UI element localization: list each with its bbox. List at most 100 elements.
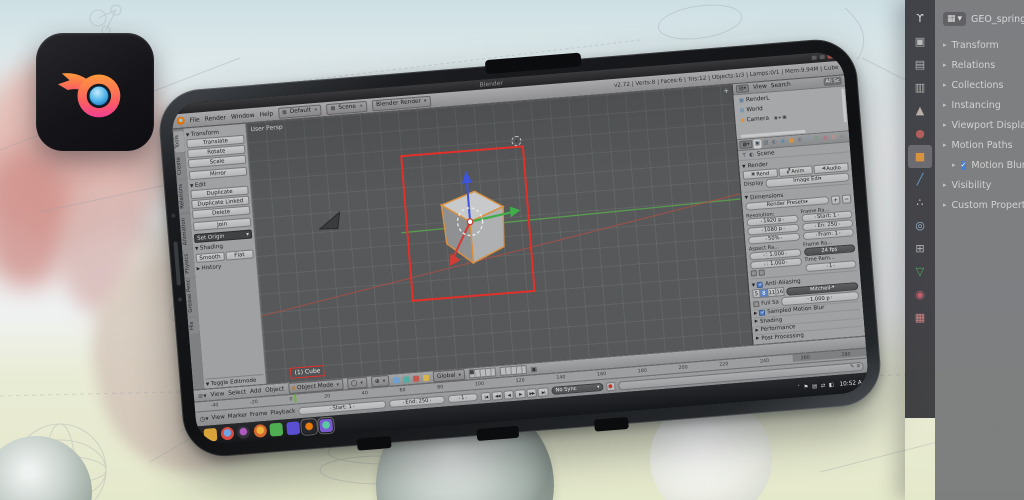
properties-tab-icon[interactable]: ▣ <box>753 139 761 149</box>
tray-icon[interactable]: ˆ <box>797 384 800 390</box>
shelf-tab[interactable]: His <box>189 317 200 334</box>
editor-type-icon[interactable]: ◷▾ <box>199 415 209 424</box>
taskbar-app-icon[interactable] <box>236 425 250 439</box>
properties-tab-icon[interactable]: ● <box>908 122 932 145</box>
taskbar-app-icon[interactable] <box>302 420 316 434</box>
properties-tab-icon[interactable]: ▥ <box>908 76 932 99</box>
properties-tab-icon[interactable]: ╱ <box>804 135 812 145</box>
properties-tab-icon[interactable]: ⊞ <box>796 135 804 145</box>
clear-icon[interactable]: ⊘ <box>856 363 861 369</box>
editor-type-icon[interactable]: ▤▾ <box>736 84 750 93</box>
flat-button[interactable]: Flat <box>225 249 254 260</box>
shading-dropdown[interactable]: ◯ <box>347 377 368 390</box>
manipulator-icon[interactable] <box>413 375 419 381</box>
properties-tab-icon[interactable]: ▥ <box>762 138 770 148</box>
layers-grid-left[interactable] <box>469 367 497 378</box>
tray-icon[interactable]: ◧ <box>829 382 835 388</box>
close-icon[interactable] <box>827 54 832 58</box>
taskbar-app-icon[interactable] <box>203 428 217 442</box>
scene-selector[interactable]: Scene <box>326 100 367 114</box>
taskbar-app-icon[interactable] <box>253 424 267 438</box>
properties-tab-icon[interactable]: ◉ <box>779 137 787 147</box>
info-menu-item[interactable]: Help <box>259 110 273 118</box>
panel-section-row[interactable]: ▸ ✓ Motion Paths <box>943 135 1024 155</box>
record-button[interactable] <box>606 381 616 391</box>
properties-tab-icon[interactable]: ◎ <box>846 131 849 141</box>
set-origin-dropdown[interactable]: Set Origin▾ <box>194 229 253 243</box>
properties-tab-icon[interactable]: ▦ <box>830 133 838 143</box>
properties-tab-icon[interactable]: ◐ <box>770 137 778 147</box>
properties-tab-icon[interactable]: ╱ <box>908 168 932 191</box>
outliner-display-mode[interactable]: All Sc <box>823 77 842 86</box>
section-checkbox[interactable]: ✓ <box>961 161 967 170</box>
smooth-button[interactable]: Smooth <box>195 252 224 263</box>
outliner-view-menu[interactable]: View <box>753 84 767 91</box>
pivot-dropdown[interactable]: ⊕ <box>370 375 389 387</box>
properties-tab-icon[interactable]: ▤ <box>908 53 932 76</box>
playback-button[interactable]: ▶| <box>538 387 549 397</box>
playback-button[interactable]: ▶ <box>515 389 526 399</box>
playback-button[interactable]: |◀ <box>480 391 491 401</box>
properties-shelf-expand-icon[interactable]: + <box>723 87 729 95</box>
viewport-menu-item[interactable]: Select <box>228 389 246 396</box>
outliner-search-menu[interactable]: Search <box>771 82 791 90</box>
blender-menu-icon[interactable] <box>176 116 185 125</box>
timeline-menu-item[interactable]: Marker <box>228 412 248 420</box>
properties-tab-icon[interactable]: ▦ <box>908 306 932 329</box>
outliner-vscrollbar[interactable] <box>841 89 847 123</box>
panel-section-row[interactable]: ▸ ✓ Transform <box>943 35 1024 55</box>
timeline-menu-item[interactable]: Playback <box>270 409 295 417</box>
screen-layout-selector[interactable]: Default <box>278 104 322 118</box>
info-menu-item[interactable]: Render <box>204 114 226 123</box>
default-cube[interactable] <box>403 149 532 298</box>
viewport-3d[interactable]: User Persp + <box>246 84 753 383</box>
timeline-menu-item[interactable]: View <box>211 414 225 421</box>
playback-button[interactable]: ◀ <box>503 389 514 399</box>
viewport-menu-item[interactable]: Object <box>265 386 284 393</box>
editor-type-icon[interactable]: ≡▾ <box>197 391 206 400</box>
panel-section-row[interactable]: ▸ ✓ Collections <box>943 75 1024 95</box>
properties-tab-icon[interactable]: ◉ <box>908 283 932 306</box>
current-frame-field[interactable]: 1 <box>448 393 479 404</box>
preset-add-button[interactable]: + <box>831 195 841 205</box>
panel-section-row[interactable]: ▸ ✓ Instancing <box>943 95 1024 115</box>
aa-sample-button[interactable]: 16 <box>776 287 785 297</box>
object-selector[interactable]: ▦▾ <box>943 12 966 26</box>
manipulator-icon[interactable] <box>393 377 399 383</box>
properties-tab-icon[interactable]: ■ <box>787 136 795 146</box>
info-menu-item[interactable]: Window <box>231 111 255 120</box>
lock-icon[interactable]: ▣ <box>530 365 537 373</box>
antialiasing-checkbox[interactable] <box>757 282 763 288</box>
camera-object[interactable] <box>317 210 345 232</box>
maximize-icon[interactable] <box>820 55 825 59</box>
properties-tab-icon[interactable]: ▲ <box>908 99 932 122</box>
taskbar-app-icon[interactable] <box>269 423 283 437</box>
viewport-menu-item[interactable]: View <box>210 391 224 398</box>
crop-checkbox[interactable] <box>759 270 765 276</box>
panel-section-row[interactable]: ▸ ✓ Viewport Display <box>943 115 1024 135</box>
taskbar-app-icon[interactable] <box>319 419 333 433</box>
pin-icon[interactable]: ϒ <box>742 152 746 158</box>
shelf-button[interactable]: Mirror <box>189 167 248 181</box>
info-menu-item[interactable]: File <box>189 116 200 124</box>
editor-type-icon[interactable]: ▦▾ <box>739 140 753 149</box>
properties-tab-icon[interactable]: ▣ <box>908 30 932 53</box>
viewport-menu-item[interactable]: Add <box>250 388 262 395</box>
manipulator-icon[interactable] <box>403 376 409 382</box>
shelf-tab[interactable]: Physics <box>183 250 195 279</box>
properties-tab-icon[interactable]: ▽ <box>813 134 821 144</box>
taskbar-app-icon[interactable] <box>220 427 234 441</box>
shelf-button[interactable]: Join <box>193 218 252 232</box>
tray-icon[interactable]: ⚑ <box>803 384 808 390</box>
tray-icon[interactable]: ▤ <box>812 383 818 389</box>
shelf-tab[interactable]: Create <box>175 153 187 180</box>
full-sample-checkbox[interactable] <box>753 301 759 307</box>
properties-tab-icon[interactable]: ϒ <box>908 7 932 30</box>
shelf-tab[interactable]: Tools <box>174 131 186 153</box>
properties-tab-icon[interactable]: ◉ <box>821 133 829 143</box>
properties-tab-icon[interactable]: ■ <box>908 145 932 168</box>
properties-tab-icon[interactable]: ∴ <box>908 191 932 214</box>
panel-section-row[interactable]: ▸ ✓ Motion Blur <box>943 155 1024 175</box>
taskbar-app-icon[interactable] <box>286 421 300 435</box>
properties-tab-icon[interactable]: ▽ <box>908 260 932 283</box>
